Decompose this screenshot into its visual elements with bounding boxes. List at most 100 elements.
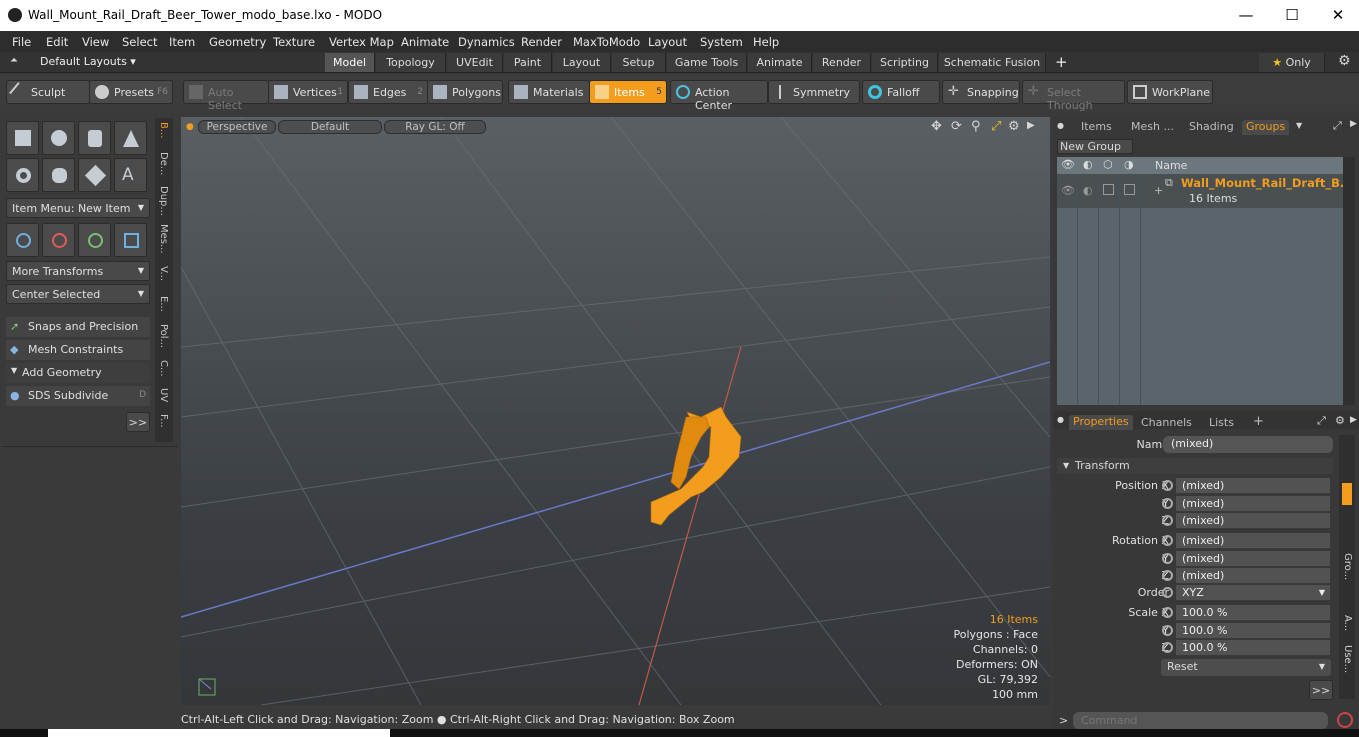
properties-more-button[interactable]: >> — [1309, 680, 1333, 700]
tab-paint[interactable]: Paint — [504, 53, 552, 72]
position-y-field[interactable]: (mixed) — [1176, 496, 1330, 512]
new-group-button[interactable]: New Group — [1057, 139, 1133, 154]
menu-item[interactable]: Item — [169, 35, 195, 49]
record-icon[interactable] — [1337, 712, 1353, 728]
pan-icon[interactable]: ✥ — [931, 119, 942, 134]
order-anim-icon[interactable] — [1162, 587, 1173, 598]
symmetry-button[interactable]: Symmetry — [768, 80, 860, 104]
select-through-button[interactable]: ✛ Select Through — [1022, 80, 1125, 112]
gear-icon[interactable]: ⚙ — [1335, 414, 1345, 427]
taskbar-search[interactable] — [48, 729, 390, 737]
side-tab-groups[interactable]: Gro... — [1342, 553, 1353, 580]
scale-tool-icon[interactable] — [114, 223, 147, 257]
position-z-field[interactable]: (mixed) — [1176, 513, 1330, 529]
row-eye-icon[interactable]: 👁 — [1061, 184, 1075, 197]
tab-animate[interactable]: Animate — [748, 53, 812, 72]
rotation-x-anim-icon[interactable] — [1162, 535, 1173, 546]
workplane-button[interactable]: WorkPlane — [1127, 80, 1213, 104]
add-tab-plus-icon[interactable]: + — [1055, 53, 1068, 71]
side-tab-user[interactable]: Use... — [1342, 645, 1353, 673]
torus-primitive-icon[interactable] — [6, 158, 39, 192]
vtab-duplicate[interactable]: Dup... — [158, 186, 169, 216]
scale-z-anim-icon[interactable] — [1162, 642, 1173, 653]
center-selected-dropdown[interactable]: Center Selected ▼ — [6, 284, 150, 304]
menu-view[interactable]: View — [82, 35, 109, 49]
expand-plus-icon[interactable]: + — [1154, 184, 1163, 197]
vtab-polygon[interactable]: Pol... — [158, 324, 169, 348]
tab-game-tools[interactable]: Game Tools — [667, 53, 747, 72]
capsule-primitive-icon[interactable] — [42, 158, 75, 192]
mesh-constraints-button[interactable]: ◆ Mesh Constraints — [6, 340, 150, 360]
rotation-y-field[interactable]: (mixed) — [1176, 551, 1330, 567]
move-tool-icon[interactable] — [6, 223, 39, 257]
panel-arrow-icon[interactable]: ▶ — [1350, 119, 1357, 129]
menu-render[interactable]: Render — [521, 35, 562, 49]
cylinder-primitive-icon[interactable] — [78, 121, 111, 155]
side-tab-assembly[interactable]: A... — [1342, 615, 1353, 631]
tab-items[interactable]: Items — [1081, 120, 1112, 135]
collapse-icon[interactable]: ⏶ — [10, 55, 18, 66]
presets-button[interactable]: Presets F6 — [89, 80, 173, 104]
tab-groups[interactable]: Groups — [1242, 120, 1290, 135]
rotation-y-anim-icon[interactable] — [1162, 553, 1173, 564]
viewport-menu-icon[interactable]: ● — [186, 122, 194, 132]
panel-menu-icon[interactable]: ● — [1057, 415, 1064, 424]
add-geometry-section[interactable]: ▼ Add Geometry — [6, 363, 150, 383]
fit-icon[interactable]: ⤢ — [991, 119, 1001, 134]
row-lock-checkbox[interactable] — [1103, 184, 1114, 195]
position-x-field[interactable]: (mixed) — [1176, 478, 1330, 494]
vertices-button[interactable]: Vertices 1 — [268, 80, 348, 104]
rotate-tool-icon[interactable] — [42, 223, 75, 257]
tab-layout[interactable]: Layout — [553, 53, 611, 72]
menu-vertex-map[interactable]: Vertex Map — [329, 35, 394, 49]
menu-edit[interactable]: Edit — [46, 35, 68, 49]
tab-uvedit[interactable]: UVEdit — [447, 53, 503, 72]
row-select-checkbox[interactable] — [1124, 184, 1135, 195]
viewport-gear-icon[interactable]: ⚙ — [1008, 119, 1020, 134]
scale-z-field[interactable]: 100.0 % — [1176, 640, 1330, 656]
group-name[interactable]: Wall_Mount_Rail_Draft_B... — [1181, 176, 1353, 190]
auto-select-button[interactable]: Auto Select — [183, 80, 269, 112]
edges-button[interactable]: Edges 2 — [348, 80, 428, 104]
pen-tool-icon[interactable] — [78, 158, 111, 192]
tab-channels[interactable]: Channels — [1141, 416, 1192, 431]
tab-shading[interactable]: Shading — [1189, 120, 1234, 135]
raygl-button[interactable]: Ray GL: Off — [384, 120, 486, 134]
rotation-z-field[interactable]: (mixed) — [1176, 568, 1330, 584]
vtab-vertex[interactable]: V... — [158, 266, 169, 281]
shading-default-button[interactable]: Default — [278, 120, 382, 134]
scale-y-anim-icon[interactable] — [1162, 625, 1173, 636]
add-tab-plus-icon[interactable]: + — [1253, 414, 1264, 429]
snaps-precision-button[interactable]: ➚ Snaps and Precision — [6, 317, 150, 337]
menu-animate[interactable]: Animate — [401, 35, 449, 49]
close-button[interactable]: ✕ — [1320, 4, 1356, 26]
menu-select[interactable]: Select — [122, 35, 157, 49]
position-y-anim-icon[interactable] — [1162, 498, 1173, 509]
menu-file[interactable]: File — [12, 35, 31, 49]
menu-help[interactable]: Help — [753, 35, 779, 49]
command-input[interactable] — [1073, 712, 1328, 729]
3d-viewport[interactable]: ● Perspective Default Ray GL: Off ✥ ⟳ ⚲ … — [181, 117, 1050, 705]
materials-button[interactable]: Materials — [508, 80, 590, 104]
tab-schematic-fusion[interactable]: Schematic Fusion — [939, 53, 1046, 72]
item-menu-dropdown[interactable]: Item Menu: New Item ▼ — [6, 198, 150, 218]
row-render-icon[interactable]: ◐ — [1083, 184, 1093, 197]
expand-icon[interactable]: ⤢ — [1333, 119, 1342, 133]
text-tool-icon[interactable]: A — [114, 158, 147, 192]
perspective-button[interactable]: Perspective — [198, 120, 276, 134]
tab-topology[interactable]: Topology — [376, 53, 446, 72]
minimize-button[interactable]: — — [1228, 4, 1264, 26]
zoom-icon[interactable]: ⚲ — [971, 119, 981, 134]
menu-texture[interactable]: Texture — [273, 35, 315, 49]
vtab-mesh[interactable]: Mes... — [158, 224, 169, 254]
tab-properties[interactable]: Properties — [1069, 415, 1133, 430]
menu-layout[interactable]: Layout — [648, 35, 687, 49]
items-button[interactable]: Items 5 — [589, 80, 667, 104]
action-center-button[interactable]: Action Center — [670, 80, 768, 112]
expand-icon[interactable]: ⤢ — [1317, 414, 1326, 428]
cone-primitive-icon[interactable] — [114, 121, 147, 155]
more-transforms-dropdown[interactable]: More Transforms ▼ — [6, 261, 150, 281]
sds-subdivide-button[interactable]: ● SDS Subdivide D — [6, 386, 150, 406]
tab-mesh[interactable]: Mesh ... — [1131, 120, 1174, 135]
panel-menu-icon[interactable]: ● — [1057, 121, 1064, 130]
